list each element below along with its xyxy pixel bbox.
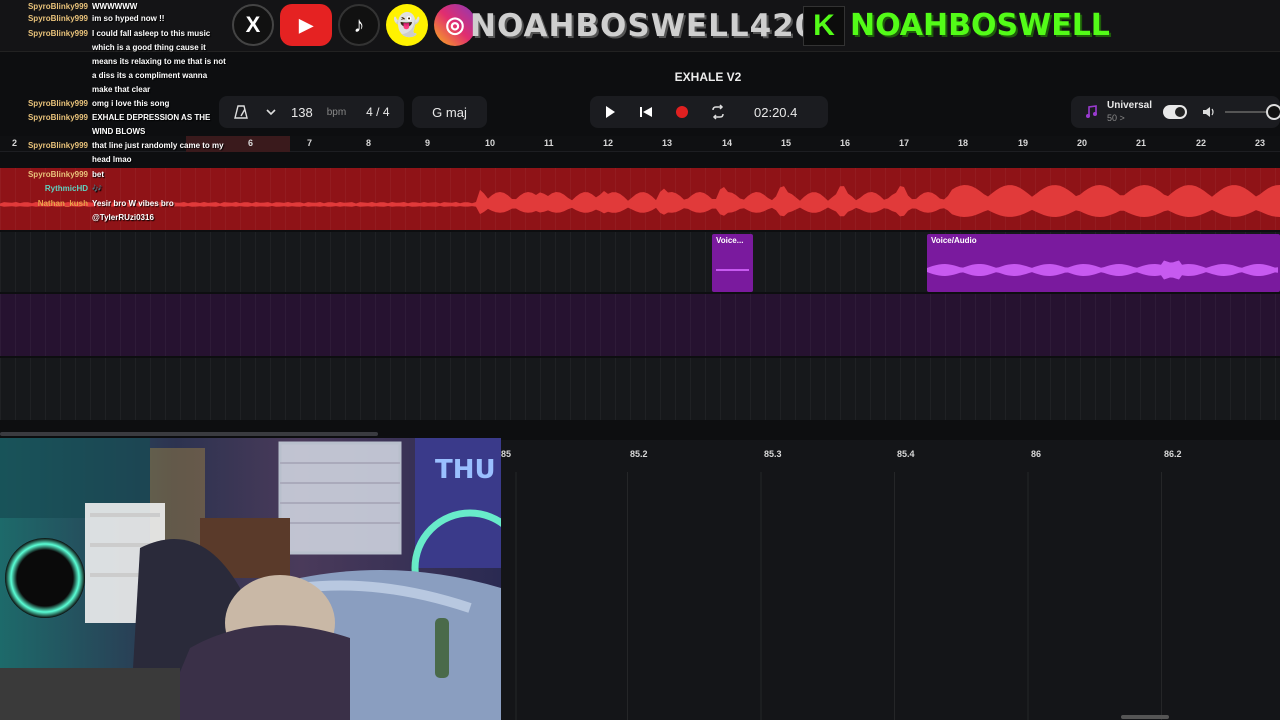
chat-message: bet	[92, 170, 104, 179]
chat-message: omg i love this song	[92, 99, 170, 108]
ruler-bar-number: 8	[366, 138, 372, 148]
chat-message: im so hyped now !!	[92, 14, 165, 23]
audio-track-3[interactable]	[0, 294, 1280, 356]
chat-message: EXHALE DEPRESSION AS THE WIND BLOWS	[92, 113, 211, 136]
ruler-bar-number: 20	[1077, 138, 1088, 148]
ruler-bar-number: 14	[722, 138, 733, 148]
record-button[interactable]	[672, 102, 692, 122]
key-selector[interactable]: G maj	[412, 96, 487, 128]
ruler-bar-number: 7	[307, 138, 313, 148]
stream-overlay-screen: { "social": { "x_icon": "X", "youtube_ic…	[0, 0, 1280, 720]
speaker-icon[interactable]	[1199, 102, 1219, 122]
toggle-switch[interactable]	[1163, 105, 1187, 119]
clip-waveform	[927, 260, 1278, 280]
volume-knob[interactable]	[1266, 104, 1280, 120]
editor-grid	[501, 472, 1280, 720]
chat-username: SpyroBlinky999	[27, 141, 88, 150]
chat-username: RythmicHD	[44, 184, 88, 193]
output-controls: Universal 50 >	[1071, 96, 1280, 128]
loop-button[interactable]	[708, 102, 728, 122]
audio-clip[interactable]: Voice/Audio	[927, 234, 1280, 292]
chat-message: Yesir bro W vibes bro @TylerRUzi0316	[92, 199, 174, 222]
time-display: 02:20.4	[754, 104, 798, 120]
record-icon	[676, 106, 688, 118]
ruler-bar-number: 19	[1018, 138, 1029, 148]
ruler-bar-number: 15	[781, 138, 792, 148]
bpm-unit: bpm	[326, 106, 347, 118]
chat-username: SpyroBlinky999	[27, 29, 88, 38]
ruler-bar-number: 17	[899, 138, 910, 148]
chat-username: SpyroBlinky999	[27, 113, 88, 122]
tempo-controls: 138 bpm 4 / 4	[219, 96, 404, 128]
editor-ruler-label: 85	[501, 449, 512, 459]
ruler-bar-number: 9	[425, 138, 431, 148]
chevron-down-icon[interactable]	[261, 102, 281, 122]
x-twitter-icon[interactable]: X	[232, 4, 274, 46]
ruler-bar-number: 11	[544, 138, 554, 148]
svg-text:THU: THU	[435, 455, 496, 485]
ruler-bar-number: 6	[248, 138, 254, 148]
key-value: G maj	[432, 104, 467, 120]
audio-track-2[interactable]: Voice... Voice/Audio	[0, 232, 1280, 292]
youtube-icon[interactable]: ▶	[280, 4, 332, 46]
skip-back-button[interactable]	[636, 102, 656, 122]
chat-message: WWWWWW	[92, 2, 138, 11]
webcam-feed: THU	[0, 438, 501, 720]
horizontal-scrollbar[interactable]	[0, 432, 378, 436]
editor-scrollbar[interactable]	[1121, 715, 1169, 719]
tiktok-icon[interactable]: ♪	[338, 4, 380, 46]
instrument-selector[interactable]: Universal 50 >	[1107, 100, 1152, 124]
ruler-bar-number: 10	[485, 138, 496, 148]
kick-handle: NOAHBOSWELL	[850, 8, 1110, 43]
track-grid	[0, 358, 1280, 420]
chat-message: 🎶	[92, 184, 102, 193]
editor-ruler-label: 86.2	[1164, 449, 1182, 459]
metronome-icon[interactable]	[231, 102, 251, 122]
clip-waveform	[716, 269, 749, 271]
ruler-bar-number: 23	[1255, 138, 1266, 148]
snapchat-icon[interactable]: 👻	[386, 4, 428, 46]
chat-username: SpyroBlinky999	[27, 14, 88, 23]
webcam-image: THU	[0, 438, 501, 720]
chat-username: SpyroBlinky999	[27, 170, 88, 179]
bpm-value[interactable]: 138	[291, 105, 313, 120]
play-button[interactable]	[600, 102, 620, 122]
ruler-bar-number: 22	[1196, 138, 1207, 148]
clip-editor-panel[interactable]: 85 85.2 85.3 85.4 86 86.2	[501, 440, 1280, 720]
ruler-bar-number: 18	[958, 138, 969, 148]
instrument-label: Universal	[1107, 100, 1153, 111]
chat-overlay: SpyroBlinky999 WWWWWW SpyroBlinky999 im so …	[0, 0, 230, 230]
ruler-bar-number: 12	[603, 138, 614, 148]
transport-controls: 02:20.4	[590, 96, 828, 128]
chat-username: SpyroBlinky999	[27, 99, 88, 108]
chat-message: I could fall asleep to this music which …	[92, 29, 226, 94]
editor-ruler-label: 85.2	[630, 449, 648, 459]
time-signature[interactable]: 4 / 4	[366, 105, 389, 119]
audio-track-4[interactable]	[0, 358, 1280, 420]
music-note-icon	[1081, 102, 1101, 122]
ruler-bar-number: 13	[662, 138, 673, 148]
kick-icon[interactable]: K	[803, 6, 845, 46]
ruler-bar-number: 21	[1136, 138, 1147, 148]
chat-message: that line just randomly came to my head …	[92, 141, 224, 164]
instrument-sub: 50 >	[1107, 113, 1125, 123]
audio-clip[interactable]: Voice...	[712, 234, 753, 292]
editor-ruler-label: 86	[1031, 449, 1042, 459]
editor-ruler-label: 85.4	[897, 449, 915, 459]
track-grid	[0, 294, 1280, 356]
chat-username: Nathan_kush	[37, 199, 88, 208]
social-handle: NOAHBOSWELL420	[470, 8, 818, 44]
ruler-bar-number: 16	[840, 138, 851, 148]
editor-ruler-label: 85.3	[764, 449, 782, 459]
